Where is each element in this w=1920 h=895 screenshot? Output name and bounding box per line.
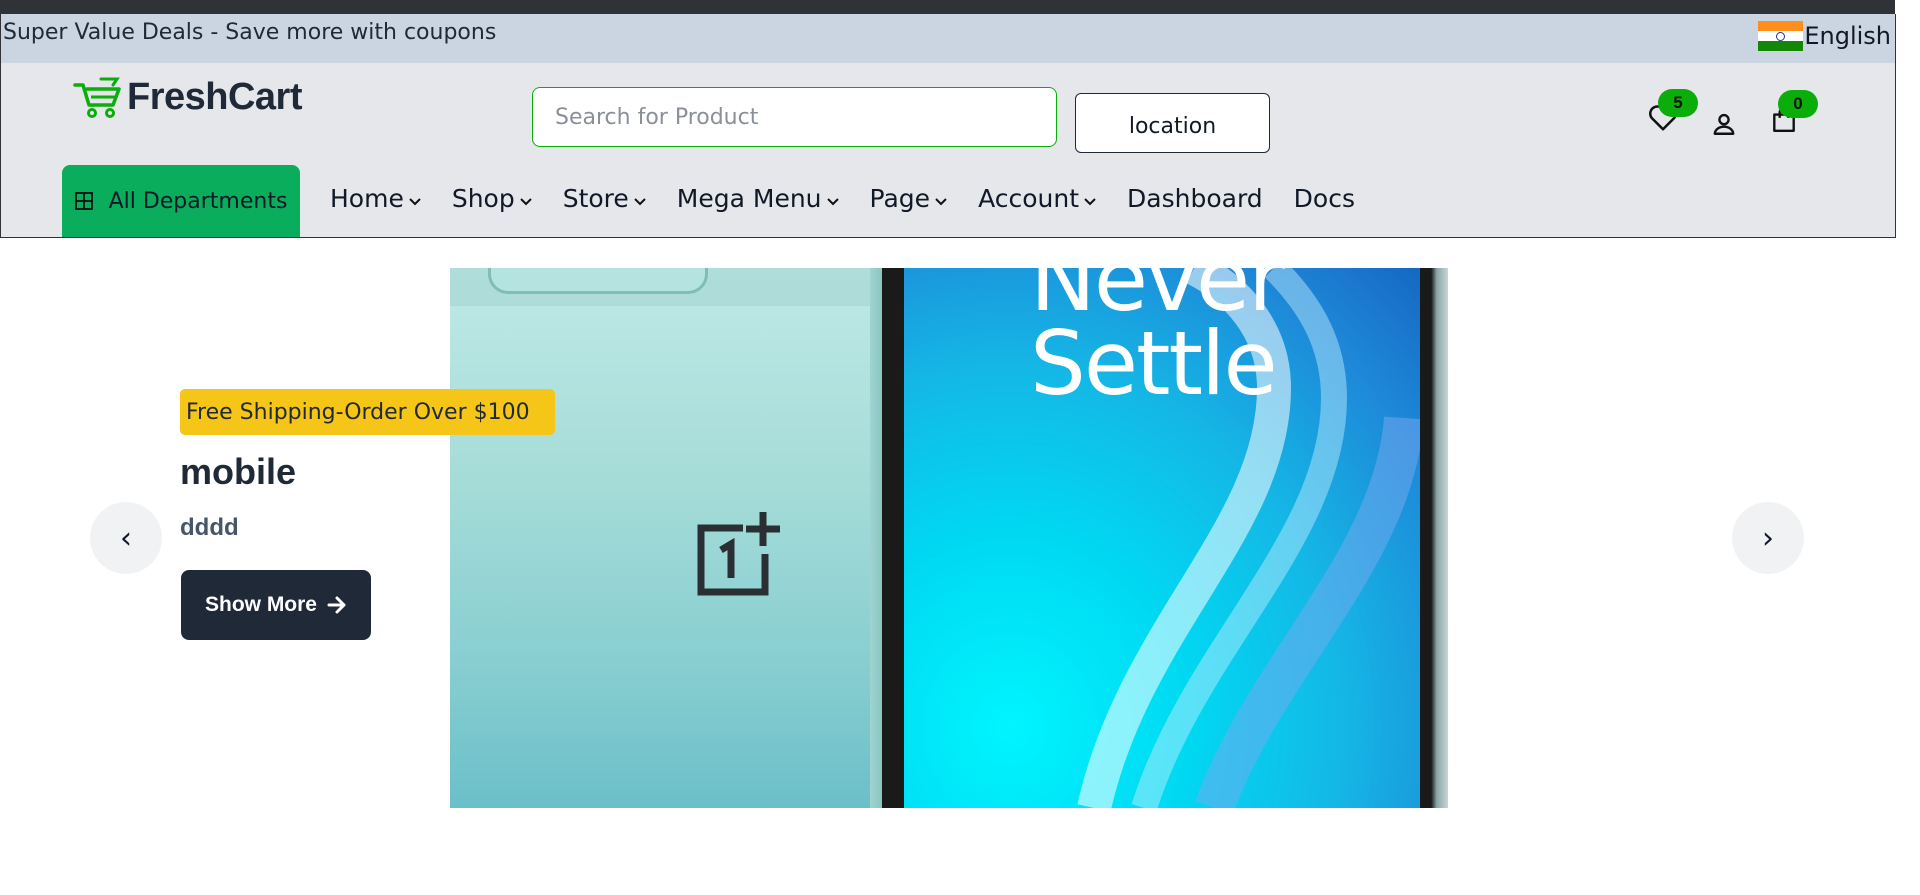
chevron-down-icon [826,197,839,205]
freshcart-logo[interactable]: FreshCart [73,76,303,119]
image-text-line: Settle [1030,312,1278,415]
hero-image-text: Never Settle [1030,268,1284,415]
browser-top-strip [0,0,1920,14]
all-departments-label: All Departments [108,188,288,214]
cart-logo-icon [73,77,121,118]
nav-label: Home [330,184,404,213]
camera-module [488,268,708,294]
nav-label: Page [869,184,931,213]
phone-back [450,268,890,808]
account-button[interactable] [1706,106,1742,142]
main-nav: Home Shop Store Mega Menu Page Account D… [330,184,1386,213]
grid-icon [74,192,93,210]
site-header: Super Value Deals - Save more with coupo… [0,14,1896,238]
nav-item-shop[interactable]: Shop [452,184,532,213]
wishlist-count-badge: 5 [1658,89,1698,117]
shipping-badge: Free Shipping-Order Over $100 [180,389,555,435]
nav-label: Mega Menu [676,184,822,213]
india-flag-icon [1758,21,1804,51]
chevron-down-icon [409,197,421,205]
promo-text: Super Value Deals - Save more with coupo… [3,20,497,45]
location-button[interactable]: location [1075,93,1270,153]
brand-name: FreshCart [127,76,303,118]
language-label: English [1804,22,1891,50]
chevron-down-icon [520,197,532,205]
cart-count-badge: 0 [1778,90,1818,118]
hero-product-image: Never Settle [450,268,1448,808]
chevron-down-icon [935,197,947,205]
show-more-label: Show More [204,593,317,616]
language-selector[interactable]: English [1758,20,1891,52]
user-icon [1713,113,1735,135]
nav-item-account[interactable]: Account [978,184,1096,213]
show-more-button[interactable]: Show More [181,570,371,640]
nav-item-page[interactable]: Page [870,184,948,213]
carousel-next-button[interactable]: › [1732,502,1804,574]
nav-label: Docs [1293,184,1355,213]
chevron-down-icon [1084,197,1096,205]
nav-label: Store [562,184,629,213]
nav-label: Dashboard [1127,184,1263,213]
nav-item-store[interactable]: Store [563,184,646,213]
arrow-right-icon [327,596,346,614]
hero-title: mobile [180,451,297,492]
search-input[interactable] [532,87,1057,147]
nav-label: Account [978,184,1080,213]
all-departments-button[interactable]: All Departments [62,165,300,237]
oneplus-logo-icon [697,512,780,596]
hero-subtitle: dddd [180,514,239,541]
chevron-down-icon [634,197,646,205]
nav-label: Shop [451,184,515,213]
nav-item-mega-menu[interactable]: Mega Menu [677,184,839,213]
nav-item-dashboard[interactable]: Dashboard [1127,184,1263,213]
nav-item-docs[interactable]: Docs [1294,184,1355,213]
carousel-prev-button[interactable]: ‹ [90,502,162,574]
nav-item-home[interactable]: Home [330,184,421,213]
promo-bar: Super Value Deals - Save more with coupo… [1,14,1895,63]
